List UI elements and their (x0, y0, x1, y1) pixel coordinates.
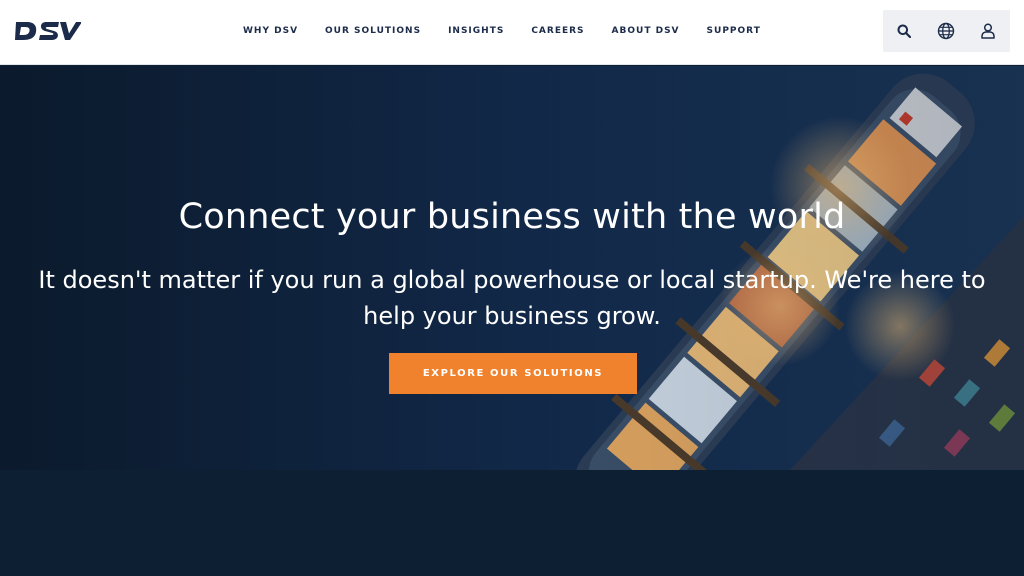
header-tools (883, 10, 1010, 52)
search-button[interactable] (883, 10, 925, 52)
hero-title: Connect your business with the world (178, 197, 846, 237)
nav-about-dsv[interactable]: ABOUT DSV (612, 26, 680, 36)
account-button[interactable] (967, 10, 1009, 52)
site-header: WHY DSV OUR SOLUTIONS INSIGHTS CAREERS A… (0, 0, 1024, 65)
explore-solutions-button[interactable]: EXPLORE OUR SOLUTIONS (389, 353, 637, 394)
nav-support[interactable]: SUPPORT (707, 26, 761, 36)
nav-insights[interactable]: INSIGHTS (448, 26, 504, 36)
language-button[interactable] (925, 10, 967, 52)
nav-careers[interactable]: CAREERS (531, 26, 584, 36)
search-icon (897, 24, 911, 38)
globe-icon (937, 22, 955, 40)
main-nav: WHY DSV OUR SOLUTIONS INSIGHTS CAREERS A… (243, 26, 788, 36)
nav-why-dsv[interactable]: WHY DSV (243, 26, 298, 36)
hero-banner: Connect your business with the world It … (0, 66, 1024, 470)
user-icon (981, 23, 995, 39)
nav-our-solutions[interactable]: OUR SOLUTIONS (325, 26, 421, 36)
dsv-logo[interactable] (15, 19, 82, 43)
hero-subtitle: It doesn't matter if you run a global po… (38, 266, 986, 330)
content-section (0, 470, 1024, 576)
